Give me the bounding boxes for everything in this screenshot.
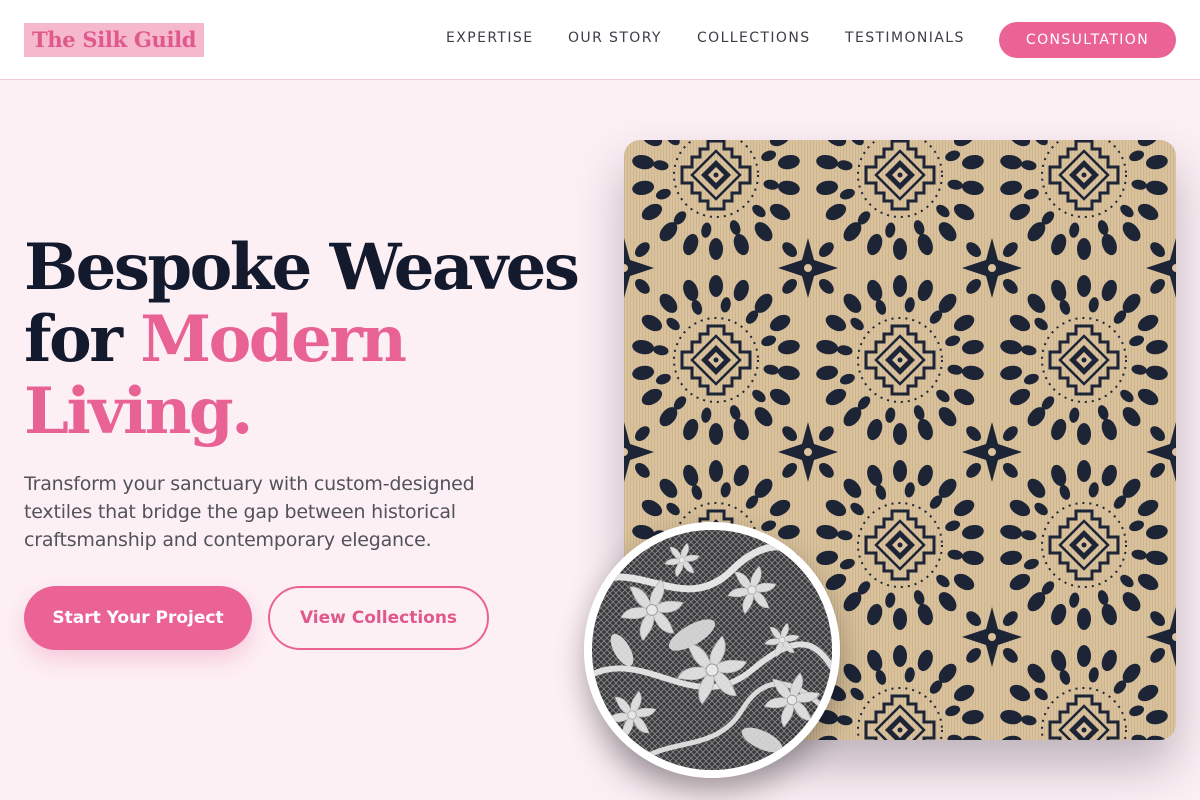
start-project-button[interactable]: Start Your Project	[24, 586, 252, 650]
nav-link-our-story[interactable]: OUR STORY	[568, 30, 662, 46]
headline-accent-modern: Modern	[140, 302, 407, 377]
nav-link-expertise[interactable]: EXPERTISE	[446, 30, 533, 46]
nav-link-collections[interactable]: COLLECTIONS	[697, 30, 810, 46]
headline-accent-living: Living.	[24, 374, 253, 449]
top-navigation: The Silk Guild EXPERTISE OUR STORY COLLE…	[0, 0, 1200, 80]
consultation-button[interactable]: CONSULTATION	[999, 22, 1176, 58]
nav-link-testimonials[interactable]: TESTIMONIALS	[845, 30, 965, 46]
headline-line-2-prefix: for	[24, 302, 141, 377]
hero-description: Transform your sanctuary with custom-des…	[24, 473, 475, 551]
view-collections-button[interactable]: View Collections	[268, 586, 489, 650]
lace-detail-image	[584, 522, 840, 778]
hero-headline: Bespoke Weaves for Modern Living.	[24, 232, 604, 448]
headline-line-1: Bespoke Weaves	[24, 230, 580, 305]
brand-logo[interactable]: The Silk Guild	[24, 23, 205, 57]
